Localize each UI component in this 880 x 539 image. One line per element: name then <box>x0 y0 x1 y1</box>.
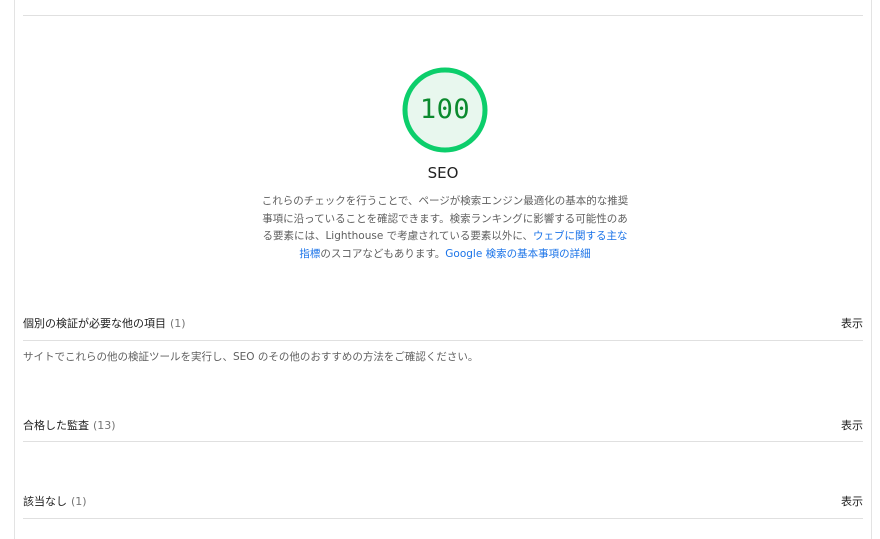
audit-group-not-applicable: 該当なし (1) 表示 <box>23 484 863 519</box>
group-description: サイトでこれらの他の検証ツールを実行し、SEO のその他のおすすめの方法をご確認… <box>23 351 479 363</box>
show-toggle[interactable]: 表示 <box>841 315 863 331</box>
group-title: 個別の検証が必要な他の項目 (1) <box>23 315 186 331</box>
seo-score-gauge[interactable]: 100 <box>401 66 489 154</box>
category-title: SEO <box>427 164 459 182</box>
show-toggle[interactable]: 表示 <box>841 417 863 433</box>
group-title: 該当なし (1) <box>23 493 87 509</box>
group-title-text: 個別の検証が必要な他の項目 <box>23 317 166 330</box>
show-toggle[interactable]: 表示 <box>841 493 863 509</box>
group-count: (1) <box>170 317 186 330</box>
report-page: 100 SEO これらのチェックを行うことで、ページが検索エンジン最適化の基本的… <box>14 0 872 539</box>
group-title-text: 該当なし <box>23 495 67 508</box>
group-count: (1) <box>71 495 87 508</box>
description-text: のスコアなどもあります。 <box>320 247 446 260</box>
audit-group-passed: 合格した監査 (13) 表示 <box>23 408 863 442</box>
category-description: これらのチェックを行うことで、ページが検索エンジン最適化の基本的な推奨事項に沿っ… <box>260 193 630 263</box>
audit-group-manual: 個別の検証が必要な他の項目 (1) 表示 <box>23 306 863 341</box>
group-title: 合格した監査 (13) <box>23 417 116 433</box>
score-value: 100 <box>419 94 471 125</box>
group-header[interactable]: 合格した監査 (13) 表示 <box>23 408 863 441</box>
group-header[interactable]: 該当なし (1) 表示 <box>23 484 863 518</box>
group-header[interactable]: 個別の検証が必要な他の項目 (1) 表示 <box>23 306 863 340</box>
group-title-text: 合格した監査 <box>23 418 89 432</box>
google-search-essentials-link[interactable]: Google 検索の基本事項の詳細 <box>445 248 590 260</box>
group-count: (13) <box>93 418 116 432</box>
top-divider <box>23 15 863 16</box>
